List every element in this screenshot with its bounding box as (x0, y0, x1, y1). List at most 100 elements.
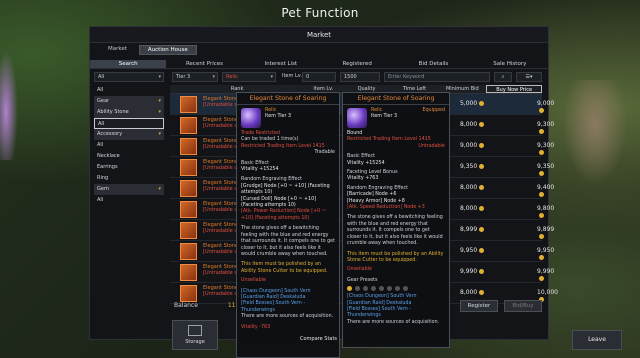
tab-recent-prices[interactable]: Recent Prices (166, 60, 242, 68)
register-button[interactable]: Register (460, 300, 498, 312)
tab-search[interactable]: Search (90, 60, 167, 68)
buy-now-price: 9,800 (537, 205, 554, 219)
balance: Balance 11. (174, 302, 238, 309)
bid-buy-button[interactable]: Bid/Buy (504, 300, 542, 312)
sidebar-item[interactable]: All (94, 85, 164, 96)
ability-stone-icon (180, 159, 197, 176)
col-buy-now-price[interactable]: Buy Now Price (486, 85, 542, 93)
chevron-down-icon: ▾ (158, 186, 161, 192)
sidebar-item[interactable]: Ring (94, 173, 164, 184)
ability-stone-icon (180, 138, 197, 155)
leave-button[interactable]: Leave (572, 330, 622, 350)
sidebar-item[interactable]: Gear ▾ (94, 96, 164, 107)
item-tier-equipped: Item Tier 3 (371, 114, 398, 120)
sidebar-item[interactable]: Gem ▾ (94, 184, 164, 195)
description-equipped: The stone gives off a bewitching feeling… (347, 215, 443, 247)
ability-stone-icon (180, 264, 197, 281)
sidebar-item[interactable]: Earrings (94, 162, 164, 173)
gear-preset-dot[interactable] (355, 286, 360, 292)
unsellable-equipped: Unsellable (347, 267, 372, 273)
storage-icon (188, 325, 202, 336)
sidebar-item[interactable]: Ability Stone ▾ (94, 107, 164, 118)
more-sources: There are more sources of acquisition. (241, 314, 334, 320)
buy-now-price: 9,990 (537, 268, 554, 282)
engraving-3-equipped: [Atk. Speed Reduction] Node +3 (347, 205, 425, 211)
minimum-bid: 9,950 (460, 247, 485, 254)
sidebar-item-label: Ring (97, 175, 109, 181)
restricted-level: Restricted Trading Item Level 1415 (241, 143, 325, 149)
item-level-label: Item Lv. (282, 73, 302, 79)
buy-now-price: 9,350 (537, 163, 554, 177)
buy-now-price: 9,300 (537, 121, 554, 135)
compare-stats-button[interactable]: Compare Stats (300, 336, 337, 342)
tab-bid-details[interactable]: Bid Details (395, 60, 471, 68)
sidebar-item[interactable]: All (94, 118, 164, 129)
minimum-bid: 8,000 (460, 184, 485, 191)
background-character (0, 40, 20, 160)
tooltip-title: Elegant Stone of Soaring (237, 93, 339, 105)
sidebar-item[interactable]: Accessory ▾ (94, 129, 164, 140)
vitality: Vitality +15254 (241, 167, 279, 173)
tab-auction-house[interactable]: Auction House (138, 45, 197, 55)
gear-preset-dot[interactable] (371, 286, 376, 292)
tab-sale-history[interactable]: Sale History (472, 60, 548, 68)
gold-icon (539, 171, 544, 176)
gear-presets-label: Gear Presets (347, 277, 378, 283)
gear-preset-dot[interactable] (363, 286, 368, 292)
sidebar-item-label: Accessory (97, 131, 123, 137)
gear-preset-dot[interactable] (387, 286, 392, 292)
gold-icon (539, 234, 544, 239)
ability-stone-icon (180, 201, 197, 218)
category-sidebar: All Gear ▾ Ability Stone ▾ All Accessory ▾ All Ne… (94, 85, 164, 206)
sidebar-item-label: All (97, 142, 104, 148)
buy-now-price: 9,000 (537, 100, 554, 114)
source-3-equipped: [Field Bosses] South Vern - Thunderwings (347, 306, 412, 319)
minimum-bid: 9,000 (460, 142, 485, 149)
top-tabs: Market Auction House (100, 45, 197, 55)
rarity-select[interactable]: Relic ▾ (222, 72, 276, 82)
vitality-diff: Vitality -763 (241, 324, 271, 330)
ability-stone-icon (180, 285, 197, 302)
storage-button[interactable]: Storage (172, 320, 218, 350)
search-input[interactable]: Enter Keyword (384, 72, 490, 82)
gold-icon (539, 129, 544, 134)
filter-menu-button[interactable]: ☰▾ (516, 72, 542, 82)
tab-market[interactable]: Market (100, 45, 135, 55)
gold-icon (479, 143, 485, 148)
sidebar-item-label: Ability Stone (97, 109, 129, 115)
chevron-down-icon: ▾ (158, 131, 161, 137)
description: The stone gives off a bewitching feeling… (241, 226, 335, 257)
background-scenery (560, 80, 630, 190)
filter-bar: All ▾ Tier 3 ▾ Relic ▾ Item Lv. 0 1500 Ente… (90, 72, 548, 83)
gear-preset-dots (347, 286, 445, 292)
buy-now-price: 9,400 (537, 184, 554, 198)
gold-icon (479, 164, 485, 169)
gear-preset-dot[interactable] (395, 286, 400, 292)
untradable: Untradable (418, 143, 445, 149)
tab-registered[interactable]: Registered (319, 60, 395, 68)
sidebar-item[interactable]: Necklace (94, 151, 164, 162)
engraving-2: [Cursed Doll] Node [+0 ~ +10] (Faceting … (241, 196, 316, 209)
bottom-bar: Storage (172, 320, 218, 350)
gear-preset-dot[interactable] (379, 286, 384, 292)
category-select[interactable]: All ▾ (94, 72, 164, 82)
sidebar-item[interactable]: All (94, 195, 164, 206)
gold-icon (539, 192, 544, 197)
polish-note: This item must be polished by an Ability… (241, 262, 328, 274)
gear-preset-dot[interactable] (403, 286, 408, 292)
gold-icon (539, 255, 544, 260)
search-button[interactable]: ⌕ (494, 72, 512, 82)
panel-title: Market (90, 27, 548, 43)
ability-stone-icon (180, 180, 197, 197)
sidebar-item-label: Necklace (97, 153, 120, 159)
gold-icon (479, 122, 485, 127)
tab-interest-list[interactable]: Interest List (243, 60, 319, 68)
level-min-input[interactable]: 0 (302, 72, 336, 82)
gold-icon (479, 101, 485, 106)
level-max-input[interactable]: 1500 (340, 72, 380, 82)
sidebar-item[interactable]: All (94, 140, 164, 151)
gold-icon (479, 185, 485, 190)
gear-preset-dot[interactable] (347, 286, 352, 292)
tier-select[interactable]: Tier 3 ▾ (172, 72, 218, 82)
tooltip-hovered-item: Elegant Stone of Soaring Relic Item Tier … (236, 92, 340, 358)
